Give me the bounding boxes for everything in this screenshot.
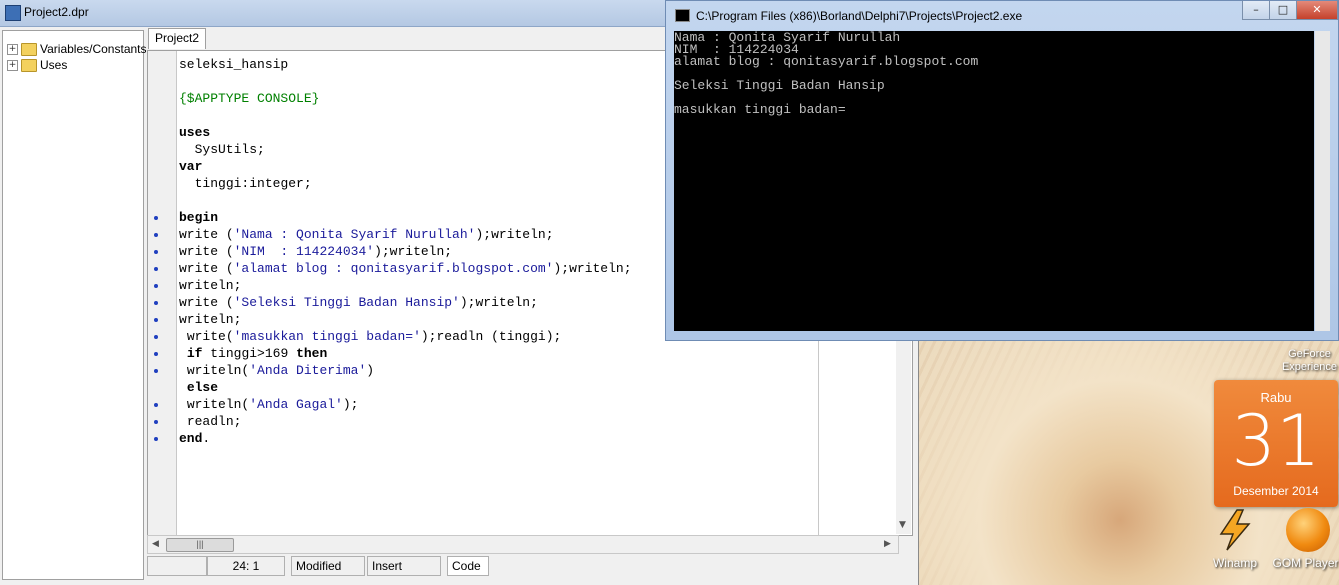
code-line[interactable]: write ('alamat blog : qonitasyarif.blogs… xyxy=(179,260,632,277)
tree-item-uses[interactable]: + Uses xyxy=(7,57,67,73)
tree-item-label: Uses xyxy=(40,58,68,72)
code-explorer-tree: + Variables/Constants + Uses xyxy=(2,30,147,580)
tab-project2[interactable]: Project2 xyxy=(148,28,207,49)
tree-item-variables-constants[interactable]: + Variables/Constants xyxy=(7,41,147,57)
code-line[interactable]: writeln('Anda Diterima') xyxy=(179,362,632,379)
scroll-down-icon[interactable]: ▼ xyxy=(899,520,906,530)
breakpoint-marker[interactable] xyxy=(154,318,158,322)
code-line[interactable]: var xyxy=(179,158,632,175)
console-line: Seleksi Tinggi Badan Hansip xyxy=(674,78,885,93)
code-line[interactable]: write ('Nama : Qonita Syarif Nurullah');… xyxy=(179,226,632,243)
editor-title: Project2.dpr xyxy=(24,5,89,19)
code-line[interactable] xyxy=(179,107,632,124)
code-line[interactable]: begin xyxy=(179,209,632,226)
breakpoint-marker[interactable] xyxy=(154,233,158,237)
maximize-button[interactable]: □ xyxy=(1269,1,1297,20)
calendar-gadget[interactable]: Rabu 31 Desember 2014 xyxy=(1214,380,1338,507)
code-line[interactable]: tinggi:integer; xyxy=(179,175,632,192)
desktop-icon-geforce[interactable]: GeForce Experience xyxy=(1280,340,1339,378)
console-title: C:\Program Files (x86)\Borland\Delphi7\P… xyxy=(696,9,1023,23)
folder-icon xyxy=(21,42,37,56)
winamp-icon[interactable] xyxy=(1213,508,1257,552)
breakpoint-marker[interactable] xyxy=(154,437,158,441)
console-app-icon xyxy=(675,9,690,22)
console-line: alamat blog : qonitasyarif.blogspot.com xyxy=(674,54,979,69)
calendar-month: Desember 2014 xyxy=(1233,484,1319,498)
code-line[interactable] xyxy=(179,73,632,90)
breakpoint-marker[interactable] xyxy=(154,420,158,424)
code-line[interactable]: write ('NIM : 114224034');writeln; xyxy=(179,243,632,260)
cursor-position: 24: 1 xyxy=(207,556,285,576)
desktop-icon-label: Winamp xyxy=(1212,556,1257,570)
expand-toggle-icon[interactable]: + xyxy=(7,43,18,55)
breakpoint-marker[interactable] xyxy=(154,301,158,305)
code-line[interactable]: if tinggi>169 then xyxy=(179,345,632,362)
tab-code[interactable]: Code xyxy=(447,556,489,576)
code-line[interactable]: write ('Seleksi Tinggi Badan Hansip');wr… xyxy=(179,294,632,311)
code-line[interactable]: end. xyxy=(179,430,632,447)
horizontal-scrollbar[interactable]: ◀ ||| ▶ xyxy=(147,535,899,554)
folder-icon xyxy=(21,58,37,72)
gom-player-icon[interactable] xyxy=(1286,508,1330,552)
console-scrollbar[interactable] xyxy=(1315,31,1330,331)
scroll-right-icon[interactable]: ▶ xyxy=(884,539,891,549)
close-button[interactable]: ✕ xyxy=(1296,1,1338,20)
breakpoint-marker[interactable] xyxy=(154,267,158,271)
code-line[interactable]: writeln; xyxy=(179,277,632,294)
breakpoint-marker[interactable] xyxy=(154,352,158,356)
breakpoint-marker[interactable] xyxy=(154,369,158,373)
expand-toggle-icon[interactable]: + xyxy=(7,59,18,71)
desktop-icon-label: GOM Player xyxy=(1272,556,1339,570)
scroll-thumb[interactable]: ||| xyxy=(166,538,234,552)
code-line[interactable]: writeln; xyxy=(179,311,632,328)
code-line[interactable]: writeln('Anda Gagal'); xyxy=(179,396,632,413)
status-blank xyxy=(147,556,207,576)
code-text[interactable]: seleksi_hansip {$APPTYPE CONSOLE} uses S… xyxy=(179,56,632,447)
code-line[interactable]: SysUtils; xyxy=(179,141,632,158)
console-window: C:\Program Files (x86)\Borland\Delphi7\P… xyxy=(665,0,1339,341)
code-line[interactable]: write('masukkan tinggi badan=');readln (… xyxy=(179,328,632,345)
breakpoint-marker[interactable] xyxy=(154,335,158,339)
code-line[interactable]: else xyxy=(179,379,632,396)
scroll-left-icon[interactable]: ◀ xyxy=(152,539,159,549)
breakpoint-marker[interactable] xyxy=(154,216,158,220)
insert-mode-status: Insert xyxy=(367,556,441,576)
console-output[interactable]: Nama : Qonita Syarif Nurullah NIM : 11422… xyxy=(674,31,1314,331)
console-text: Nama : Qonita Syarif Nurullah NIM : 11422… xyxy=(674,31,979,117)
editor-status-bar: 24: 1 Modified Insert Code xyxy=(147,556,913,576)
minimize-button[interactable]: – xyxy=(1242,1,1270,20)
delphi-app-icon xyxy=(5,5,21,21)
editor-gutter xyxy=(148,51,177,535)
breakpoint-marker[interactable] xyxy=(154,284,158,288)
code-line[interactable]: uses xyxy=(179,124,632,141)
calendar-date: 31 xyxy=(1231,400,1321,482)
code-line[interactable]: seleksi_hansip xyxy=(179,56,632,73)
breakpoint-marker[interactable] xyxy=(154,403,158,407)
desktop-icon-label: GeForce Experience xyxy=(1281,348,1338,373)
breakpoint-marker[interactable] xyxy=(154,250,158,254)
code-line[interactable] xyxy=(179,192,632,209)
tree-item-label: Variables/Constants xyxy=(40,42,147,56)
modified-status: Modified xyxy=(291,556,365,576)
console-line: masukkan tinggi badan= xyxy=(674,102,846,117)
code-line[interactable]: readln; xyxy=(179,413,632,430)
code-line[interactable]: {$APPTYPE CONSOLE} xyxy=(179,90,632,107)
